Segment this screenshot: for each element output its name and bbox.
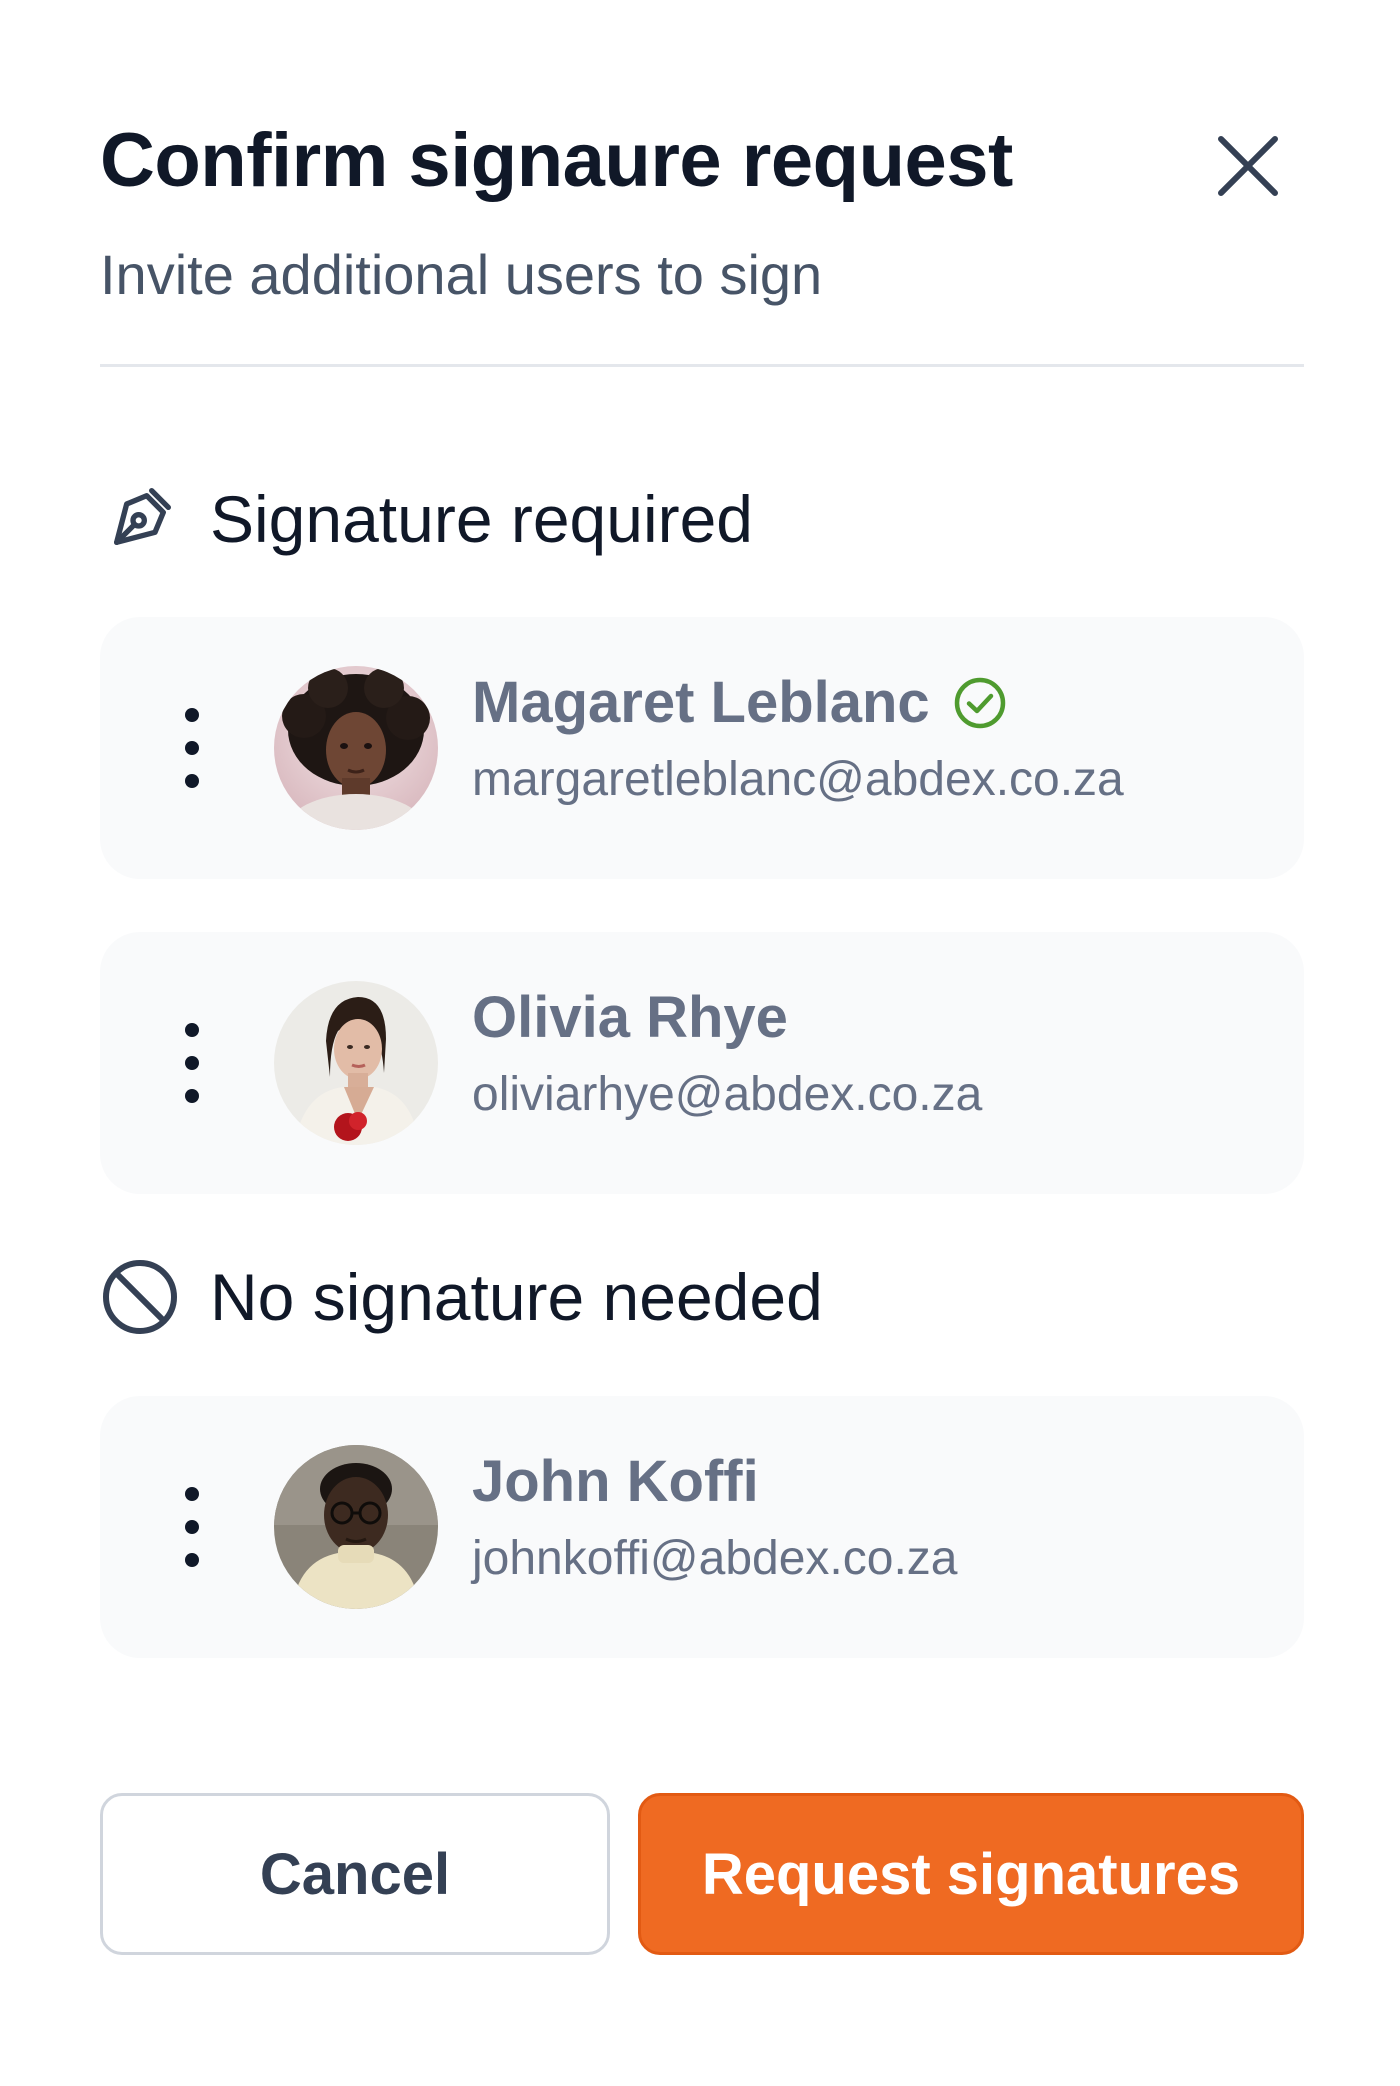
more-options-icon[interactable] (172, 1023, 212, 1103)
signer-name: Olivia Rhye (472, 985, 788, 1050)
signer-card: Magaret Leblanc margaretleblanc@abdex.co… (100, 617, 1304, 879)
signature-request-dialog: Confirm signaure request Invite addition… (0, 0, 1400, 2086)
section-label: Signature required (210, 482, 754, 556)
dialog-title: Confirm signaure request (100, 118, 1013, 203)
section-signature-required: Signature required (100, 474, 753, 564)
close-button[interactable] (1200, 118, 1296, 214)
section-label: No signature needed (210, 1260, 823, 1334)
pen-tool-icon (100, 479, 180, 559)
more-options-icon[interactable] (172, 1487, 212, 1567)
slash-circle-icon (100, 1257, 180, 1337)
dialog-subtitle: Invite additional users to sign (100, 243, 823, 306)
signer-card: Olivia Rhye oliviarhye@abdex.co.za (100, 932, 1304, 1194)
section-no-signature-needed: No signature needed (100, 1252, 823, 1342)
viewer-card: John Koffi johnkoffi@abdex.co.za (100, 1396, 1304, 1658)
signer-name: Magaret Leblanc (472, 670, 930, 735)
signer-email: oliviarhye@abdex.co.za (472, 1068, 983, 1121)
verified-check-icon (952, 675, 1008, 731)
avatar (274, 1445, 438, 1609)
close-icon (1218, 136, 1278, 196)
viewer-email: johnkoffi@abdex.co.za (472, 1532, 958, 1585)
header-divider (100, 364, 1304, 367)
avatar (274, 666, 438, 830)
cancel-button[interactable]: Cancel (100, 1793, 610, 1955)
signer-email: margaretleblanc@abdex.co.za (472, 753, 1124, 806)
viewer-name: John Koffi (472, 1449, 759, 1514)
request-signatures-button[interactable]: Request signatures (638, 1793, 1304, 1955)
avatar (274, 981, 438, 1145)
more-options-icon[interactable] (172, 708, 212, 788)
